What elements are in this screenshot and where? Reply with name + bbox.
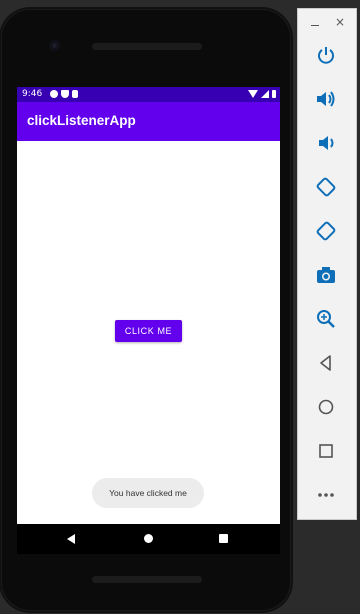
window-controls: × (298, 16, 356, 31)
rotate-right-button[interactable] (312, 217, 340, 245)
emulator-toolbar: × (297, 8, 357, 520)
volume-up-button[interactable] (312, 85, 340, 113)
volume-down-button[interactable] (312, 129, 340, 157)
wifi-icon (248, 90, 258, 98)
app-title: clickListenerApp (27, 113, 136, 128)
overview-icon (319, 444, 333, 458)
shield-notification-icon (61, 90, 69, 98)
close-icon[interactable]: × (335, 16, 345, 28)
device-screen[interactable]: 9:46 clickListenerApp CLICK ME You have … (17, 87, 280, 554)
power-button[interactable] (312, 41, 340, 69)
top-speaker (92, 43, 202, 50)
zoom-icon (317, 310, 335, 328)
signal-icon (261, 90, 269, 98)
nav-back-icon[interactable] (67, 534, 75, 544)
app-bar: clickListenerApp (17, 102, 280, 141)
phone-frame: 9:46 clickListenerApp CLICK ME You have … (2, 10, 290, 610)
back-button[interactable] (312, 349, 340, 377)
more-icon (318, 493, 334, 497)
bottom-speaker (92, 576, 202, 583)
back-icon (320, 355, 331, 371)
nav-home-icon[interactable] (144, 534, 153, 543)
rotate-left-button[interactable] (312, 173, 340, 201)
battery-icon (272, 90, 276, 98)
system-icons (248, 90, 276, 98)
toast-message: You have clicked me (92, 478, 204, 508)
emulator-window: 9:46 clickListenerApp CLICK ME You have … (0, 0, 360, 614)
volume-up-icon (317, 91, 335, 107)
sd-card-notification-icon (72, 90, 78, 98)
rotate-left-icon (316, 177, 336, 197)
settings-notification-icon (50, 90, 58, 98)
status-time: 9:46 (22, 89, 43, 99)
volume-down-icon (319, 136, 334, 150)
front-camera-icon (49, 40, 60, 51)
minimize-icon[interactable] (311, 25, 319, 26)
nav-recents-icon[interactable] (219, 534, 228, 543)
status-bar: 9:46 (17, 87, 280, 102)
home-button[interactable] (312, 393, 340, 421)
rotate-right-icon (316, 221, 336, 241)
notification-icons (50, 90, 78, 98)
screenshot-button[interactable] (312, 261, 340, 289)
navigation-bar (17, 524, 280, 554)
camera-icon (317, 267, 335, 283)
zoom-button[interactable] (312, 305, 340, 333)
click-me-button[interactable]: CLICK ME (115, 320, 182, 342)
power-icon (318, 47, 334, 64)
home-icon (318, 399, 334, 415)
overview-button[interactable] (312, 437, 340, 465)
more-button[interactable] (312, 481, 340, 509)
